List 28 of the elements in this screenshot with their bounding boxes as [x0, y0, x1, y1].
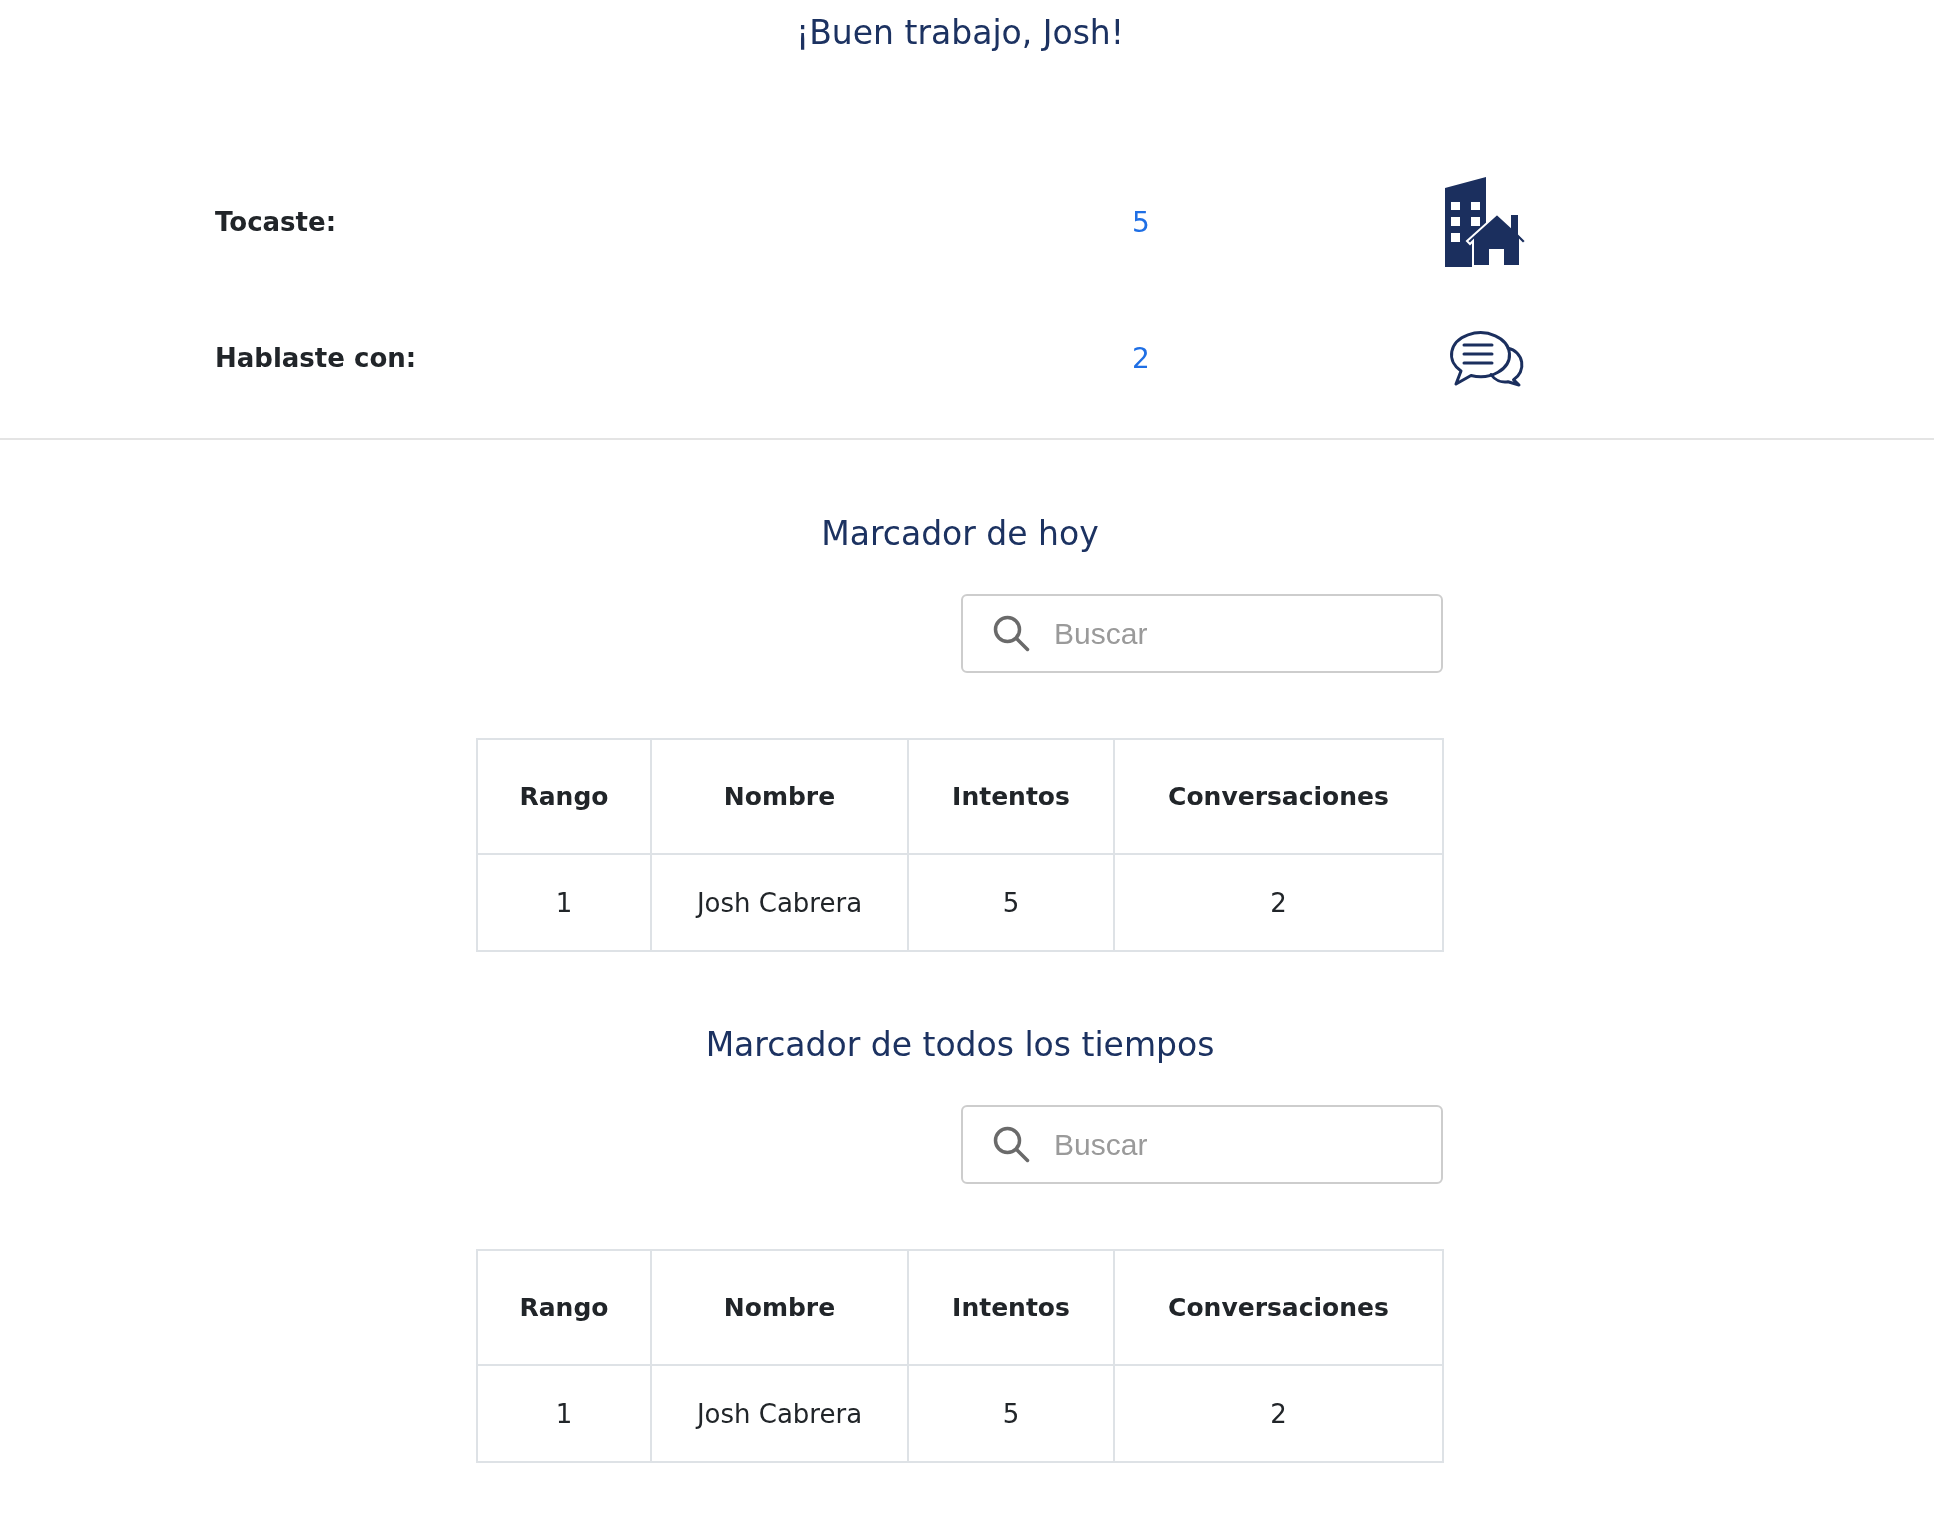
table-cell: 5 [908, 854, 1114, 951]
column-header: Rango [477, 1250, 651, 1365]
greeting-title: ¡Buen trabajo, Josh! [796, 13, 1124, 53]
table-cell: 2 [1114, 854, 1443, 951]
column-header: Conversaciones [1114, 1250, 1443, 1365]
table-cell: Josh Cabrera [651, 854, 908, 951]
stat-label: Hablaste con: [215, 343, 417, 373]
column-header: Intentos [908, 739, 1114, 854]
table-cell: 1 [477, 854, 651, 951]
buildings-icon [1444, 177, 1528, 267]
column-header: Nombre [651, 1250, 908, 1365]
search-field[interactable]: Buscar [961, 594, 1443, 673]
column-header: Intentos [908, 1250, 1114, 1365]
stat-value: 2 [1132, 341, 1150, 375]
table-cell: 1 [477, 1365, 651, 1462]
search-field[interactable]: Buscar [961, 1105, 1443, 1184]
table-cell: 5 [908, 1365, 1114, 1462]
leaderboard-heading: Marcador de todos los tiempos [705, 1025, 1215, 1065]
search-icon [993, 1126, 1030, 1163]
table-cell: Josh Cabrera [651, 1365, 908, 1462]
search-icon [993, 615, 1030, 652]
stat-label: Tocaste: [215, 207, 337, 237]
column-header: Conversaciones [1114, 739, 1443, 854]
column-header: Nombre [651, 739, 908, 854]
table-cell: 2 [1114, 1365, 1443, 1462]
stat-value: 5 [1132, 205, 1150, 239]
leaderboard-heading: Marcador de hoy [821, 514, 1099, 554]
column-header: Rango [477, 739, 651, 854]
